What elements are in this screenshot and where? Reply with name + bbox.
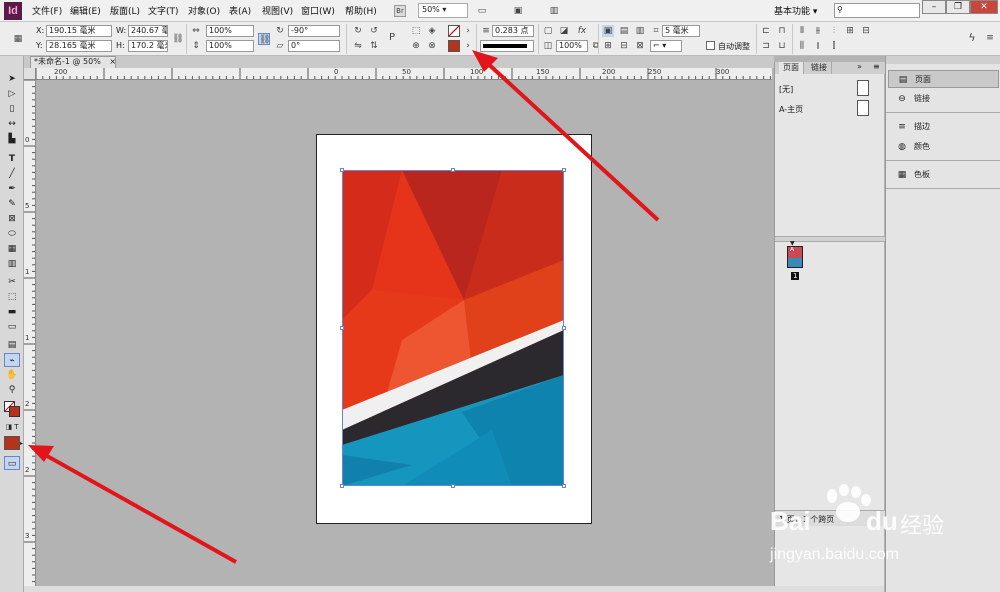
- arrow-to-toolbox-fill: [39, 450, 237, 564]
- baidu-watermark: Bai du 经验 jingyan.baidu.com: [770, 480, 950, 580]
- arrow-to-fill-swatch: [482, 58, 660, 222]
- watermark-url: jingyan.baidu.com: [770, 546, 899, 563]
- watermark-brand: Bai: [770, 506, 811, 536]
- watermark-brand-suffix: du: [866, 506, 898, 536]
- watermark-jingyan: 经验: [900, 514, 945, 539]
